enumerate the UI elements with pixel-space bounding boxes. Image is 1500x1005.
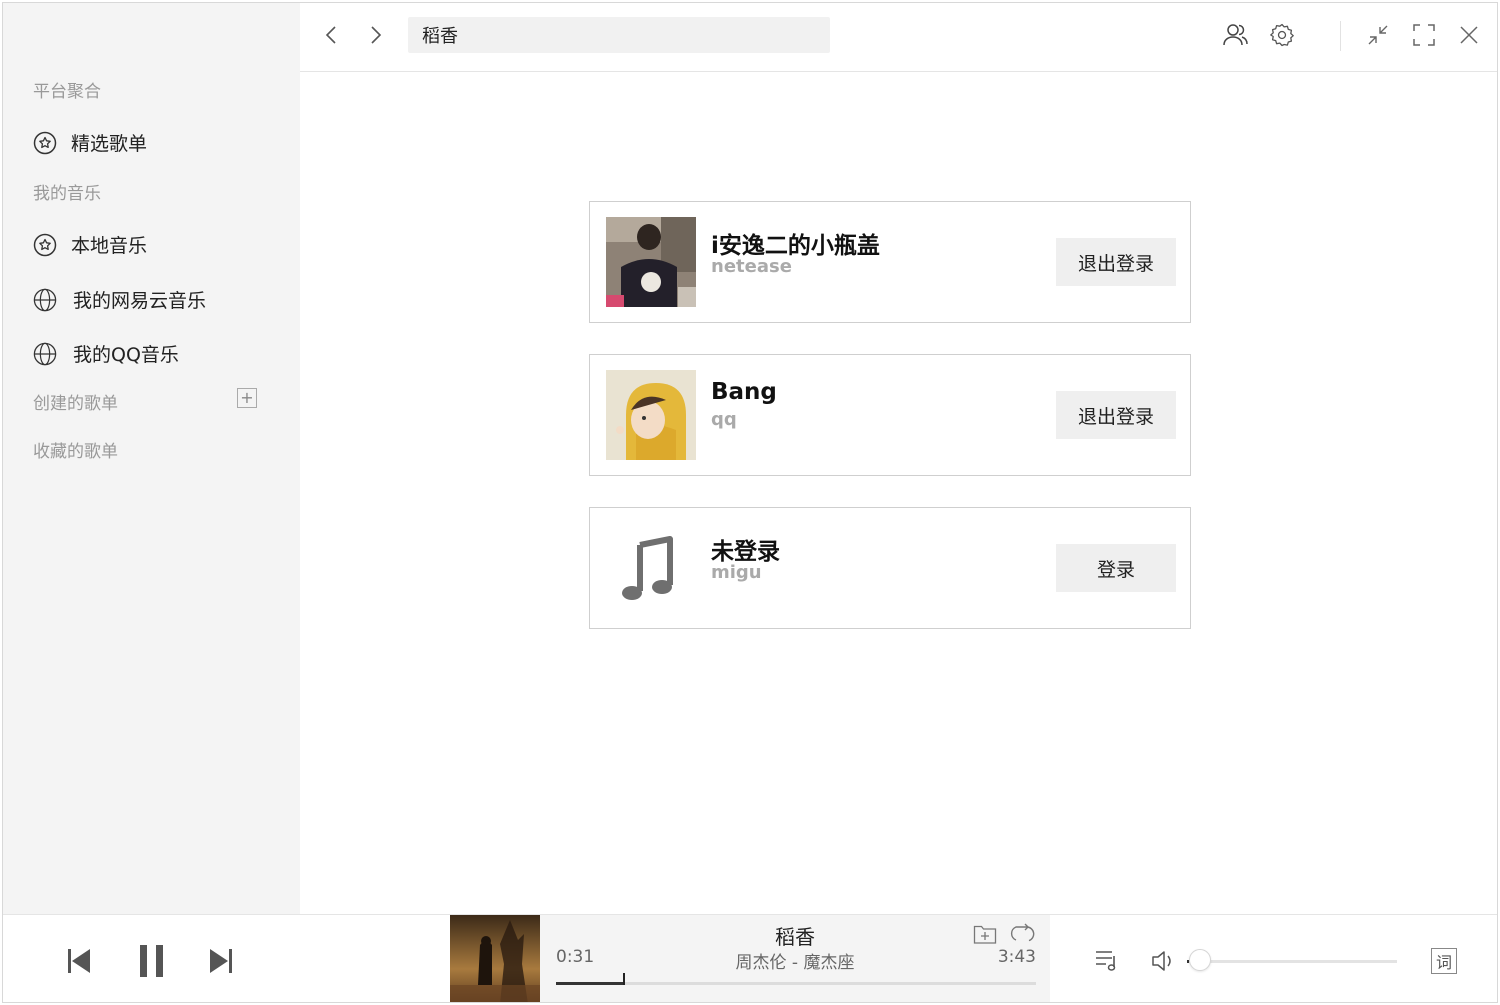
music-note-icon <box>606 523 696 613</box>
section-label-created-playlists: 创建的歌单 <box>33 394 118 414</box>
playlist-queue-icon[interactable] <box>1095 950 1119 976</box>
seek-bar[interactable] <box>556 973 1036 985</box>
top-bar <box>300 3 1497 72</box>
search-input[interactable] <box>408 17 830 53</box>
app-window: 平台聚合 精选歌单 我的音乐 本地音乐 我的网易云音乐 我的QQ音乐 创建的歌单… <box>2 2 1498 1003</box>
account-card-netease: i安逸二的小瓶盖 netease 退出登录 <box>589 201 1191 323</box>
previous-track-icon[interactable] <box>67 948 91 978</box>
account-name: i安逸二的小瓶盖 <box>711 233 880 259</box>
seek-bar-fill <box>556 982 624 985</box>
account-platform: netease <box>711 256 792 277</box>
logout-button[interactable]: 退出登录 <box>1056 391 1176 439</box>
minimize-icon[interactable] <box>1364 21 1392 49</box>
player-bar: 稻香 周杰伦 - 魔杰座 0:31 3:43 词 <box>3 914 1497 1002</box>
sidebar-item-qq[interactable]: 我的QQ音乐 <box>33 340 179 367</box>
lyrics-button[interactable]: 词 <box>1431 948 1457 974</box>
sidebar-item-netease[interactable]: 我的网易云音乐 <box>33 286 206 313</box>
album-cover[interactable] <box>450 915 540 1002</box>
section-label-my-music: 我的音乐 <box>33 184 101 204</box>
account-card-migu: 未登录 migu 登录 <box>589 507 1191 629</box>
close-icon[interactable] <box>1455 21 1483 49</box>
seek-bar-handle[interactable] <box>623 973 626 985</box>
account-card-qq: Bang qq 退出登录 <box>589 354 1191 476</box>
section-label-platform: 平台聚合 <box>33 82 101 102</box>
sidebar-item-label: 精选歌单 <box>71 133 148 155</box>
account-name: Bang <box>711 379 777 405</box>
sidebar-item-local-music[interactable]: 本地音乐 <box>33 231 147 258</box>
pause-icon[interactable] <box>139 944 165 982</box>
account-name: 未登录 <box>711 539 780 565</box>
repeat-icon[interactable] <box>1009 923 1035 945</box>
sidebar: 平台聚合 精选歌单 我的音乐 本地音乐 我的网易云音乐 我的QQ音乐 创建的歌单… <box>3 3 300 914</box>
globe-icon <box>33 342 57 366</box>
current-time: 0:31 <box>556 947 595 967</box>
header-divider <box>1340 21 1341 51</box>
sidebar-item-label: 我的QQ音乐 <box>73 344 179 366</box>
maximize-icon[interactable] <box>1410 21 1438 49</box>
chevron-left-icon[interactable] <box>320 23 344 47</box>
login-button[interactable]: 登录 <box>1056 544 1176 592</box>
next-track-icon[interactable] <box>209 948 233 978</box>
account-platform: qq <box>711 409 737 430</box>
users-icon[interactable] <box>1222 21 1250 49</box>
globe-icon <box>33 288 57 312</box>
account-platform: migu <box>711 562 762 583</box>
star-circle-icon <box>33 233 57 257</box>
avatar <box>606 217 696 307</box>
volume-slider[interactable] <box>1187 960 1397 963</box>
add-playlist-button[interactable]: + <box>237 388 257 408</box>
section-label-collected-playlists: 收藏的歌单 <box>33 442 118 462</box>
volume-slider-handle[interactable] <box>1189 949 1211 971</box>
gear-icon[interactable] <box>1268 21 1296 49</box>
chevron-right-icon[interactable] <box>363 23 387 47</box>
now-playing: 稻香 周杰伦 - 魔杰座 0:31 3:43 <box>450 915 1050 1002</box>
avatar <box>606 370 696 460</box>
sidebar-item-label: 我的网易云音乐 <box>73 290 207 312</box>
logout-button[interactable]: 退出登录 <box>1056 238 1176 286</box>
sidebar-item-featured-playlists[interactable]: 精选歌单 <box>33 129 147 156</box>
add-to-playlist-icon[interactable] <box>973 923 997 945</box>
track-artist: 周杰伦 - 魔杰座 <box>735 953 855 973</box>
volume-icon[interactable] <box>1151 950 1175 976</box>
sidebar-item-label: 本地音乐 <box>71 235 148 257</box>
star-circle-icon <box>33 131 57 155</box>
track-duration: 3:43 <box>997 947 1036 967</box>
